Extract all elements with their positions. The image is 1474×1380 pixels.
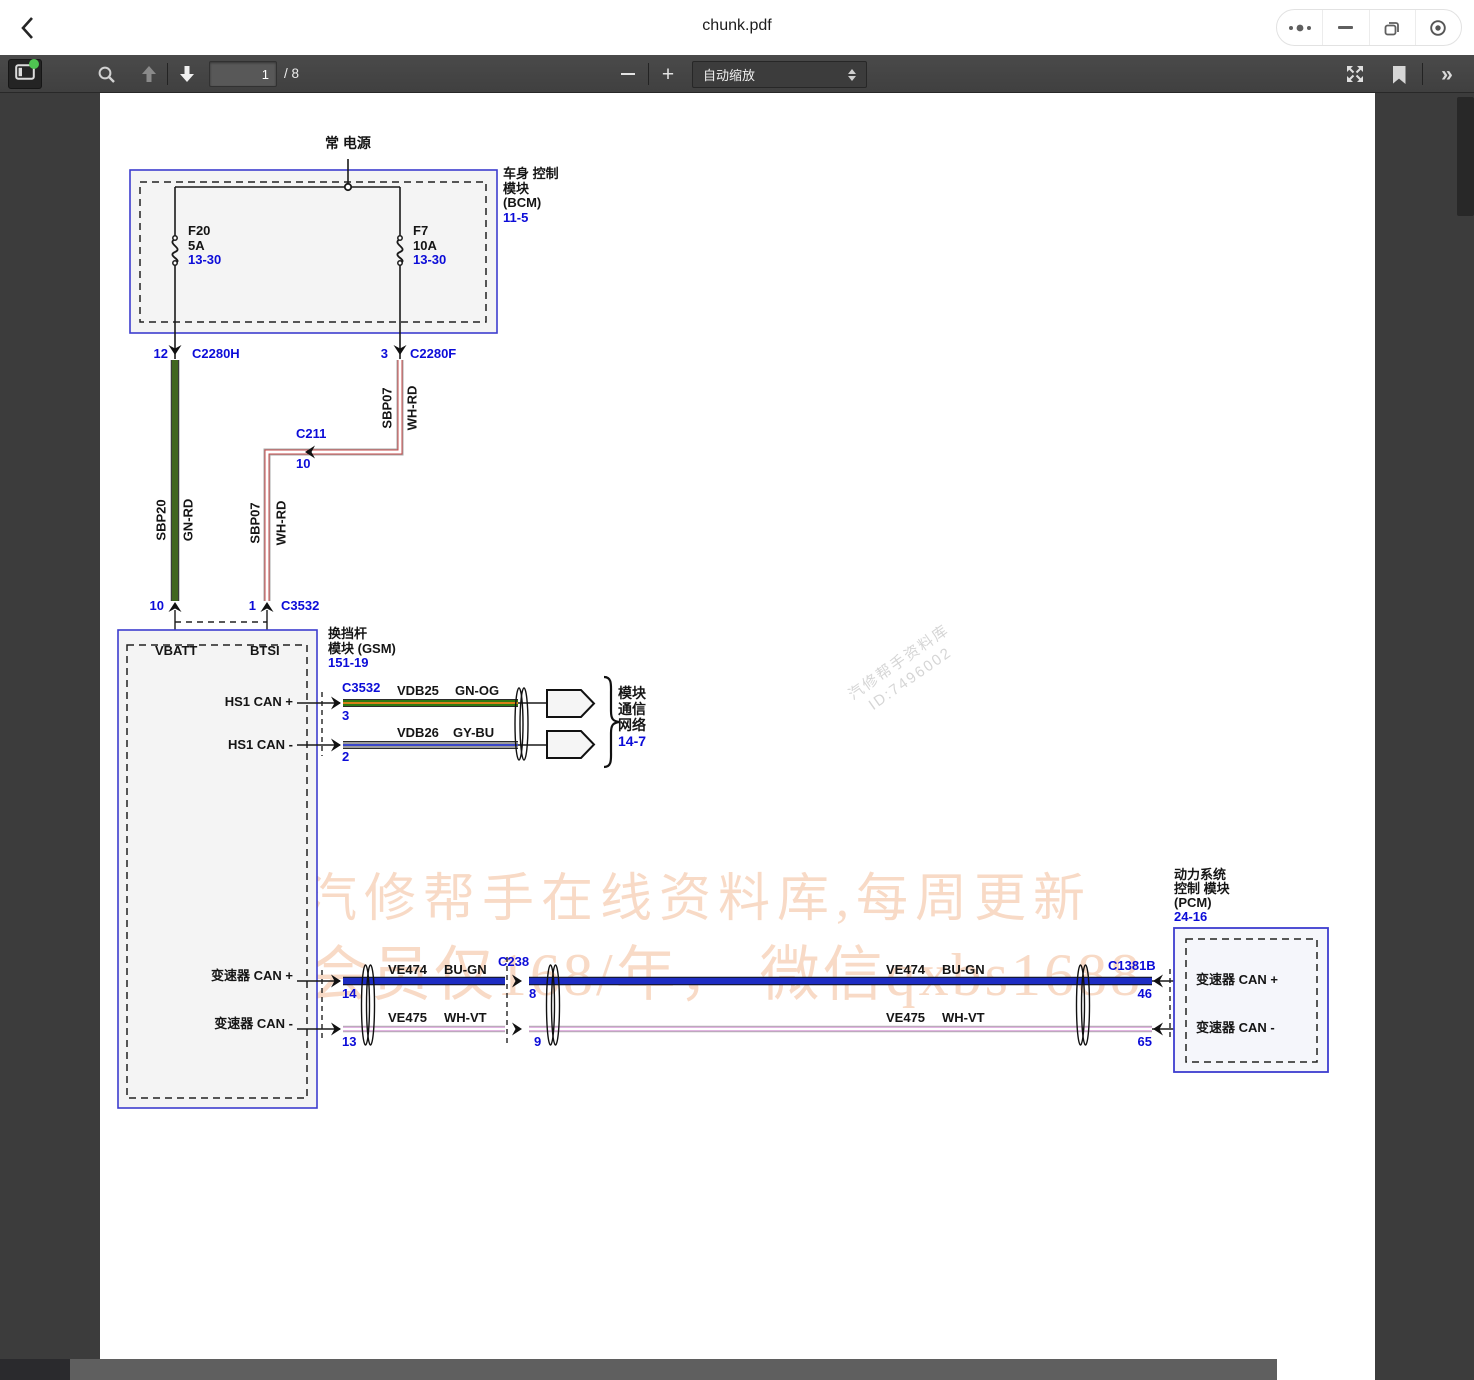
notification-dot <box>29 58 39 69</box>
wire-label-sbp07: SBP07 <box>247 502 263 544</box>
pdf-toolbar: / 8 + 自动缩放 » <box>0 55 1474 93</box>
connector-c238: C238 <box>498 954 530 969</box>
pin-3-c3532: 3 <box>342 708 350 723</box>
wire-label-ve475: VE475 <box>388 1010 428 1025</box>
pin-2-c3532: 2 <box>342 749 350 764</box>
pin-label-vbatt: VBATT <box>155 643 198 658</box>
dots-icon <box>1288 24 1311 31</box>
zoom-select-value: 自动缩放 <box>703 68 756 83</box>
plus-icon: + <box>661 62 675 86</box>
wire-label-vdb26: VDB26 <box>397 725 439 740</box>
restore-window-icon <box>1384 21 1400 35</box>
presentation-mode-button[interactable] <box>1342 63 1368 85</box>
wire-label-ve474: VE474 <box>886 962 926 977</box>
zoom-select[interactable]: 自动缩放 <box>692 61 867 88</box>
arrow-down-icon <box>180 66 194 82</box>
back-button[interactable] <box>12 12 44 44</box>
pin-10-gsm: 10 <box>149 598 164 613</box>
pin-10-c211: 10 <box>296 456 311 471</box>
connector-c2280h: C2280H <box>192 346 240 361</box>
connector-c3532: C3532 <box>342 680 381 695</box>
search-button[interactable] <box>94 63 118 85</box>
fuse-f20-label: F20 5A 13-30 <box>188 223 222 267</box>
chevron-left-icon <box>21 17 33 39</box>
network-label: 模块 通信 网络 14-7 <box>618 685 647 749</box>
restore-button[interactable] <box>1370 10 1415 45</box>
toolbar-separator <box>167 63 168 85</box>
connector-c1381b: C1381B <box>1108 958 1156 973</box>
bookmark-icon <box>1392 66 1406 84</box>
wire-label-wh-rd: WH-RD <box>273 500 289 546</box>
wire-label-sbp20: SBP20 <box>153 499 169 541</box>
connector-c2280f: C2280F <box>410 346 457 361</box>
pcm-pin-trans-can-m: 变速器 CAN - <box>1196 1020 1275 1035</box>
wire-label-ve475: VE475 <box>886 1010 926 1025</box>
wire-label-vdb25: VDB25 <box>397 683 439 698</box>
fullscreen-icon <box>1347 66 1363 82</box>
document-title: chunk.pdf <box>702 17 772 34</box>
pin-label-trans-can-m: 变速器 CAN - <box>214 1016 293 1031</box>
pin-65: 65 <box>1137 1034 1152 1049</box>
double-chevron-icon: » <box>1441 62 1453 86</box>
app-window: chunk.pdf 1 / 8 + 自动缩放 » 汽修帮手在线资料库,每周更新 … <box>0 0 1474 1380</box>
wire-label-gn-og: GN-OG <box>455 683 500 698</box>
pin-13: 13 <box>342 1034 357 1049</box>
wire-label-ve474: VE474 <box>388 962 428 977</box>
wire-label-bu-gn: BU-GN <box>444 962 487 977</box>
close-button[interactable] <box>1416 10 1461 45</box>
zoom-in-button[interactable]: + <box>655 62 681 86</box>
horizontal-scrollbar-track <box>0 1359 70 1380</box>
pin-9: 9 <box>534 1034 542 1049</box>
wire-label-gy-bu: GY-BU <box>453 725 495 740</box>
arrow-up-icon <box>142 66 156 82</box>
pcm-pin-trans-can-p: 变速器 CAN + <box>1196 972 1278 987</box>
connector-c211: C211 <box>296 426 327 441</box>
pin-14: 14 <box>342 986 357 1001</box>
fuse-f7-label: F7 10A 13-30 <box>413 223 447 267</box>
pcm-module-label: 动力系统 控制 模块 (PCM) 24-16 <box>1174 867 1230 924</box>
pin-46: 46 <box>1137 986 1152 1001</box>
select-spinner-icon <box>848 68 856 81</box>
next-page-button[interactable] <box>175 63 199 85</box>
pin-12: 12 <box>153 346 168 361</box>
wire-label-sbp07: SBP07 <box>379 387 395 429</box>
wire-label-gn-rd: GN-RD <box>180 498 196 542</box>
vertical-scrollbar-thumb[interactable] <box>1457 97 1474 216</box>
pin-label-hs1-can-m: HS1 CAN - <box>227 737 293 752</box>
window-controls <box>1276 9 1462 46</box>
toggle-sidebar-button[interactable] <box>8 58 42 89</box>
bookmark-button[interactable] <box>1386 64 1412 86</box>
bcm-module-label: 车身 控制 模块 (BCM) 11-5 <box>503 166 559 225</box>
connector-c3532-top: C3532 <box>281 598 320 613</box>
power-source-label: 常 电源 <box>325 135 371 151</box>
wire-label-wh-rd: WH-RD <box>404 385 420 431</box>
more-menu-button[interactable] <box>1277 10 1322 45</box>
page-count-label: / 8 <box>284 66 300 81</box>
search-icon <box>98 66 115 83</box>
more-tools-button[interactable]: » <box>1432 61 1462 87</box>
toolbar-separator <box>648 63 649 85</box>
previous-page-button[interactable] <box>137 63 161 85</box>
app-header: chunk.pdf <box>0 0 1474 55</box>
pdf-viewer: 汽修帮手在线资料库,每周更新 会员仅168/年， 微信qxbs1688 汽修帮手… <box>0 93 1474 1380</box>
minus-icon <box>621 72 635 76</box>
wire-label-wh-vt: WH-VT <box>444 1010 487 1025</box>
pin-8: 8 <box>529 986 537 1001</box>
gsm-module-label: 换挡杆 模块 (GSM) 151-19 <box>328 626 396 670</box>
wire-label-wh-vt: WH-VT <box>942 1010 985 1025</box>
page-number-input[interactable] <box>209 61 277 87</box>
minimize-button[interactable] <box>1323 10 1368 45</box>
minimize-icon <box>1338 26 1354 29</box>
wire-label-bu-gn: BU-GN <box>942 962 985 977</box>
pin-label-hs1-can-p: HS1 CAN + <box>224 694 293 709</box>
pin-1-gsm: 1 <box>248 598 256 613</box>
pin-3: 3 <box>380 346 388 361</box>
circle-dot-icon <box>1430 19 1447 36</box>
pin-label-btsi: BTSI <box>250 643 280 658</box>
pin-label-trans-can-p: 变速器 CAN + <box>211 968 293 983</box>
zoom-out-button[interactable] <box>615 63 641 85</box>
pdf-page: 汽修帮手在线资料库,每周更新 会员仅168/年， 微信qxbs1688 汽修帮手… <box>100 93 1375 1380</box>
toolbar-separator <box>1422 63 1423 85</box>
